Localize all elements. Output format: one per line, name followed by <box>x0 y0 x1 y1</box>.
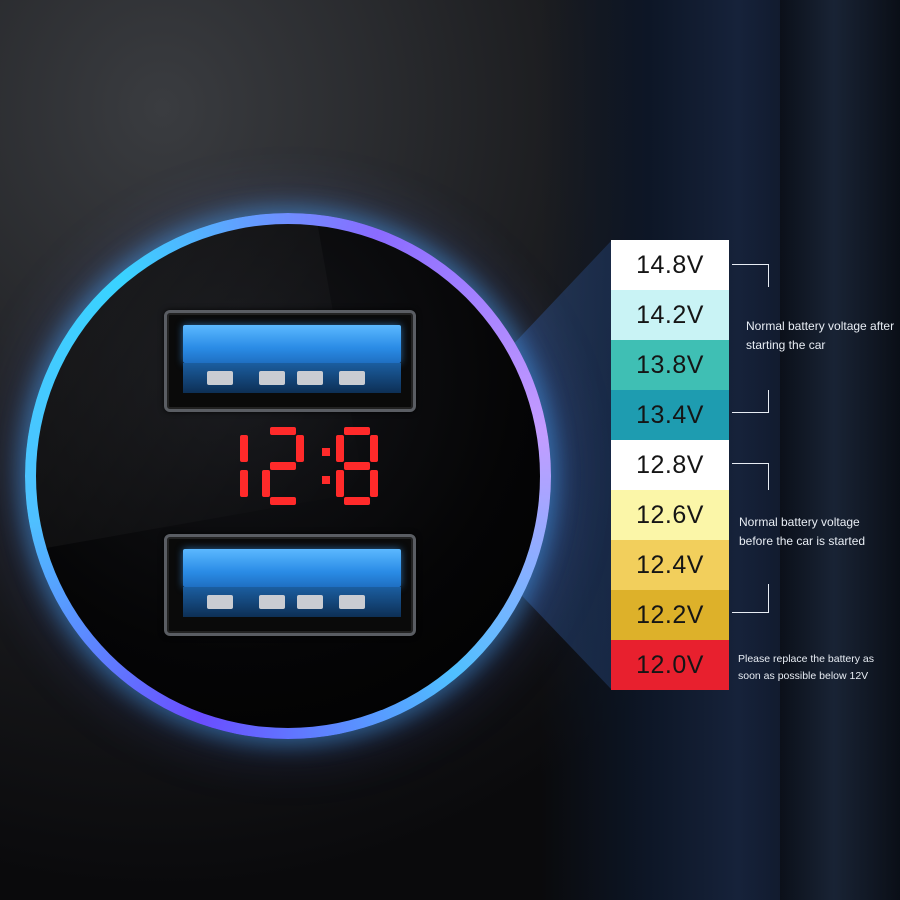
voltage-level-1: 14.2V <box>611 290 729 340</box>
note-before-start: Normal battery voltage before the car is… <box>739 515 866 548</box>
usb-pin <box>339 371 365 385</box>
display-segment <box>240 435 248 462</box>
usb-port-tongue <box>183 325 401 363</box>
bracket-after-start-bottom <box>732 390 769 413</box>
display-segment <box>344 462 370 470</box>
display-segment <box>270 427 296 435</box>
bracket-before-start-bottom <box>732 584 769 613</box>
usb-pin <box>339 595 365 609</box>
seven-segment-display <box>240 427 378 505</box>
display-segment <box>240 470 248 497</box>
voltage-level-8: 12.0V <box>611 640 729 690</box>
usb-pin <box>259 371 285 385</box>
voltage-level-7: 12.2V <box>611 590 729 640</box>
display-segment <box>262 470 270 497</box>
display-segment <box>270 462 296 470</box>
display-segment <box>270 497 296 505</box>
display-segment <box>344 427 370 435</box>
display-segment <box>344 497 370 505</box>
bracket-after-start-top <box>732 264 769 287</box>
display-colon-dot <box>322 476 330 484</box>
display-colon-dot <box>322 448 330 456</box>
usb-port-top <box>164 310 416 412</box>
usb-pin <box>297 595 323 609</box>
display-segment <box>370 435 378 462</box>
voltage-level-2: 13.8V <box>611 340 729 390</box>
note-after-start: Normal battery voltage after starting th… <box>746 319 895 352</box>
voltage-display <box>200 418 390 514</box>
display-segment <box>370 470 378 497</box>
display-segment <box>336 470 344 497</box>
voltage-level-5: 12.6V <box>611 490 729 540</box>
usb-pin <box>259 595 285 609</box>
voltage-level-0: 14.8V <box>611 240 729 290</box>
usb-port-tongue <box>183 549 401 587</box>
usb-pin <box>297 371 323 385</box>
usb-pin <box>207 371 233 385</box>
usb-pin <box>207 595 233 609</box>
voltage-scale: 14.8V 14.2V 13.8V 13.4V 12.8V 12.6V 12.4V 12.2V… <box>611 240 729 690</box>
voltage-level-3: 13.4V <box>611 390 729 440</box>
voltage-level-4: 12.8V <box>611 440 729 490</box>
bracket-before-start-top <box>732 463 769 490</box>
voltage-level-6: 12.4V <box>611 540 729 590</box>
display-segment <box>336 435 344 462</box>
display-segment <box>296 435 304 462</box>
note-replace-battery: Please replace the battery as soon as po… <box>738 653 874 682</box>
usb-port-bottom <box>164 534 416 636</box>
